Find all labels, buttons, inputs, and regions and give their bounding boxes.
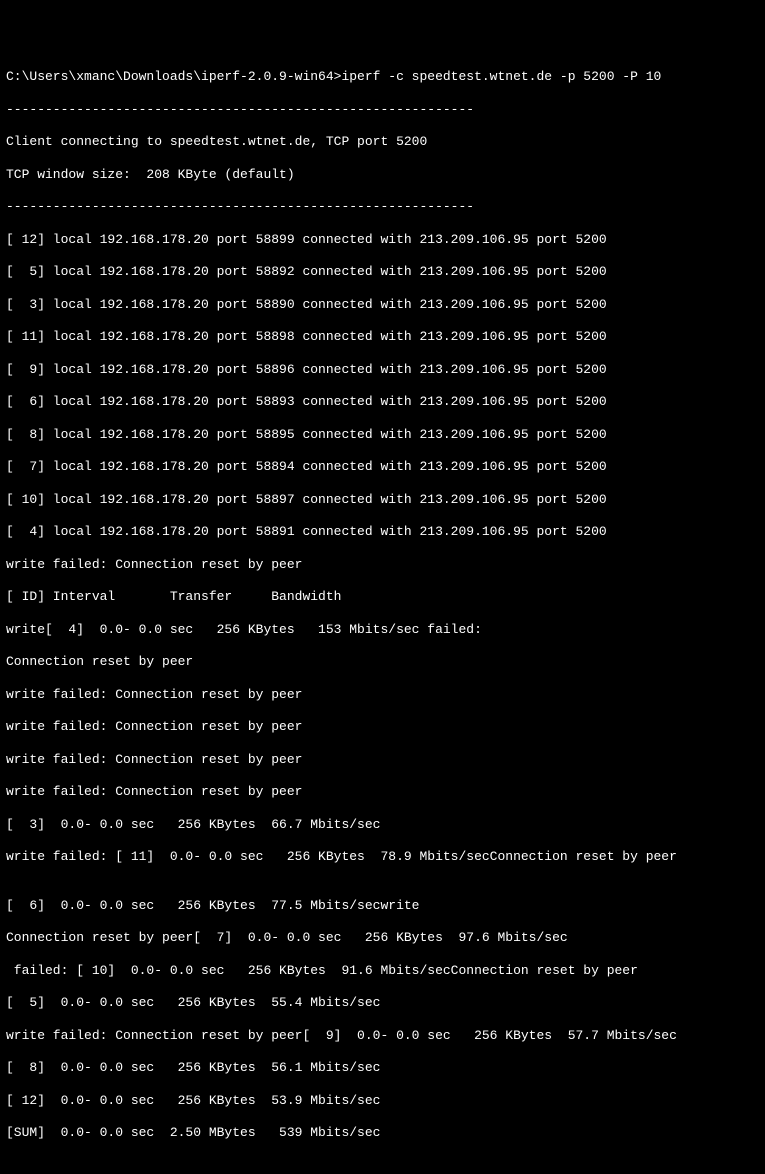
connection-line: [ 8] local 192.168.178.20 port 58895 con…	[6, 427, 759, 443]
result-header: [ ID] Interval Transfer Bandwidth	[6, 589, 759, 605]
result-line: failed: [ 10] 0.0- 0.0 sec 256 KBytes 91…	[6, 963, 759, 979]
result-line: [ 8] 0.0- 0.0 sec 256 KBytes 56.1 Mbits/…	[6, 1060, 759, 1076]
prompt-line: C:\Users\xmanc\Downloads\iperf-2.0.9-win…	[6, 69, 759, 85]
connection-line: [ 10] local 192.168.178.20 port 58897 co…	[6, 492, 759, 508]
connection-line: [ 7] local 192.168.178.20 port 58894 con…	[6, 459, 759, 475]
result-line: write failed: Connection reset by peer[ …	[6, 1028, 759, 1044]
result-line: [ 3] 0.0- 0.0 sec 256 KBytes 66.7 Mbits/…	[6, 817, 759, 833]
result-line: [ 12] 0.0- 0.0 sec 256 KBytes 53.9 Mbits…	[6, 1093, 759, 1109]
result-line: write failed: Connection reset by peer	[6, 784, 759, 800]
result-line: [ 6] 0.0- 0.0 sec 256 KBytes 77.5 Mbits/…	[6, 898, 759, 914]
connection-line: [ 3] local 192.168.178.20 port 58890 con…	[6, 297, 759, 313]
result-line: [ 5] 0.0- 0.0 sec 256 KBytes 55.4 Mbits/…	[6, 995, 759, 1011]
tcp-window-line: TCP window size: 208 KByte (default)	[6, 167, 759, 183]
result-summary: [SUM] 0.0- 0.0 sec 2.50 MBytes 539 Mbits…	[6, 1125, 759, 1141]
connection-line: [ 11] local 192.168.178.20 port 58898 co…	[6, 329, 759, 345]
result-line: write[ 4] 0.0- 0.0 sec 256 KBytes 153 Mb…	[6, 622, 759, 638]
separator-line: ----------------------------------------…	[6, 199, 759, 215]
separator-line: ----------------------------------------…	[6, 102, 759, 118]
result-line: write failed: Connection reset by peer	[6, 687, 759, 703]
connection-line: [ 12] local 192.168.178.20 port 58899 co…	[6, 232, 759, 248]
connect-header: Client connecting to speedtest.wtnet.de,…	[6, 134, 759, 150]
connection-line: [ 5] local 192.168.178.20 port 58892 con…	[6, 264, 759, 280]
result-line: write failed: Connection reset by peer	[6, 752, 759, 768]
result-line: write failed: [ 11] 0.0- 0.0 sec 256 KBy…	[6, 849, 759, 865]
connection-line: [ 4] local 192.168.178.20 port 58891 con…	[6, 524, 759, 540]
connection-line: [ 9] local 192.168.178.20 port 58896 con…	[6, 362, 759, 378]
result-line: Connection reset by peer[ 7] 0.0- 0.0 se…	[6, 930, 759, 946]
result-line: Connection reset by peer	[6, 654, 759, 670]
result-line: write failed: Connection reset by peer	[6, 557, 759, 573]
empty-line	[6, 1158, 759, 1174]
connection-line: [ 6] local 192.168.178.20 port 58893 con…	[6, 394, 759, 410]
result-line: write failed: Connection reset by peer	[6, 719, 759, 735]
